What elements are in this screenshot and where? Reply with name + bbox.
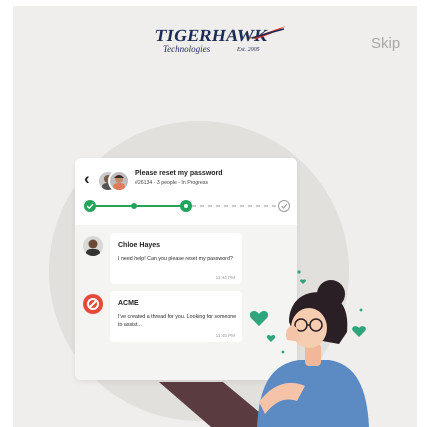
progress-step-pending-icon [278, 200, 290, 212]
ticket-meta: #26134 - 3 people - In Progress [135, 180, 208, 186]
chloe-avatar [83, 236, 103, 256]
company-logo: TIGERHAWK Technologies Est. 2005 [151, 22, 301, 60]
message-sender: Chloe Hayes [118, 242, 161, 249]
ticket-progress-tracker [84, 200, 290, 212]
participant-avatar [108, 170, 130, 192]
ticket-header: ‹ Please reset my password #26134 - 3 pe… [75, 158, 297, 225]
progress-step-dot [131, 203, 137, 209]
logo-tagline: Technologies [163, 44, 211, 54]
heart-icon [300, 279, 306, 284]
acme-logo-icon [83, 294, 103, 314]
onboarding-screen: TIGERHAWK Technologies Est. 2005 Skip ‹ … [13, 6, 417, 427]
ticket-title: Please reset my password [135, 170, 223, 177]
participant-avatars [97, 170, 131, 192]
heart-icon [266, 334, 276, 342]
logo-established: Est. 2005 [237, 47, 260, 53]
logo-swoosh-icon [248, 26, 286, 39]
message-sender: ACME [118, 300, 139, 307]
skip-button[interactable]: Skip [371, 35, 400, 52]
heart-icon [249, 311, 269, 326]
woman-with-laptop-illustration [159, 270, 369, 427]
progress-step-check-icon [84, 200, 96, 212]
heart-icon [352, 326, 366, 337]
back-chevron-icon[interactable]: ‹ [84, 170, 90, 187]
